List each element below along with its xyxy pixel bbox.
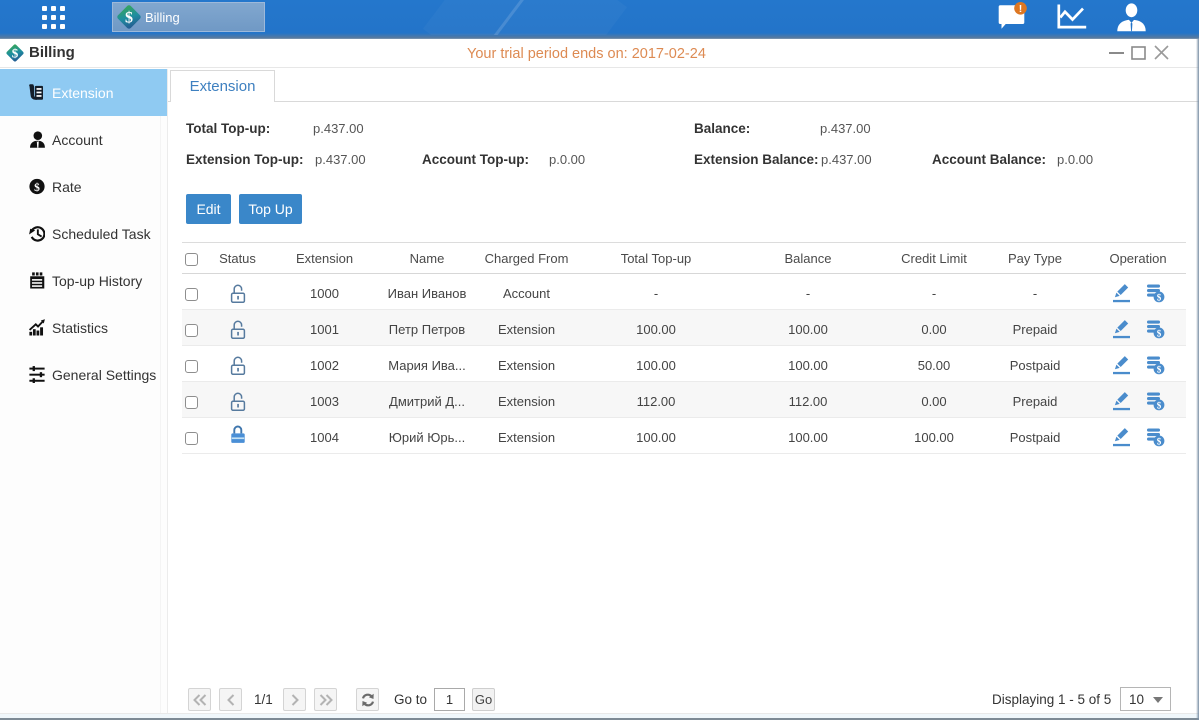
svg-text:$: $	[34, 181, 40, 194]
svg-text:$: $	[1157, 401, 1162, 411]
svg-text:$: $	[1157, 437, 1162, 447]
svg-text:$: $	[12, 46, 19, 61]
svg-text:!: !	[1019, 3, 1023, 15]
svg-text:$: $	[1157, 329, 1162, 339]
svg-text:$: $	[1157, 293, 1162, 303]
svg-text:$: $	[1157, 365, 1162, 375]
svg-text:$: $	[125, 10, 133, 27]
